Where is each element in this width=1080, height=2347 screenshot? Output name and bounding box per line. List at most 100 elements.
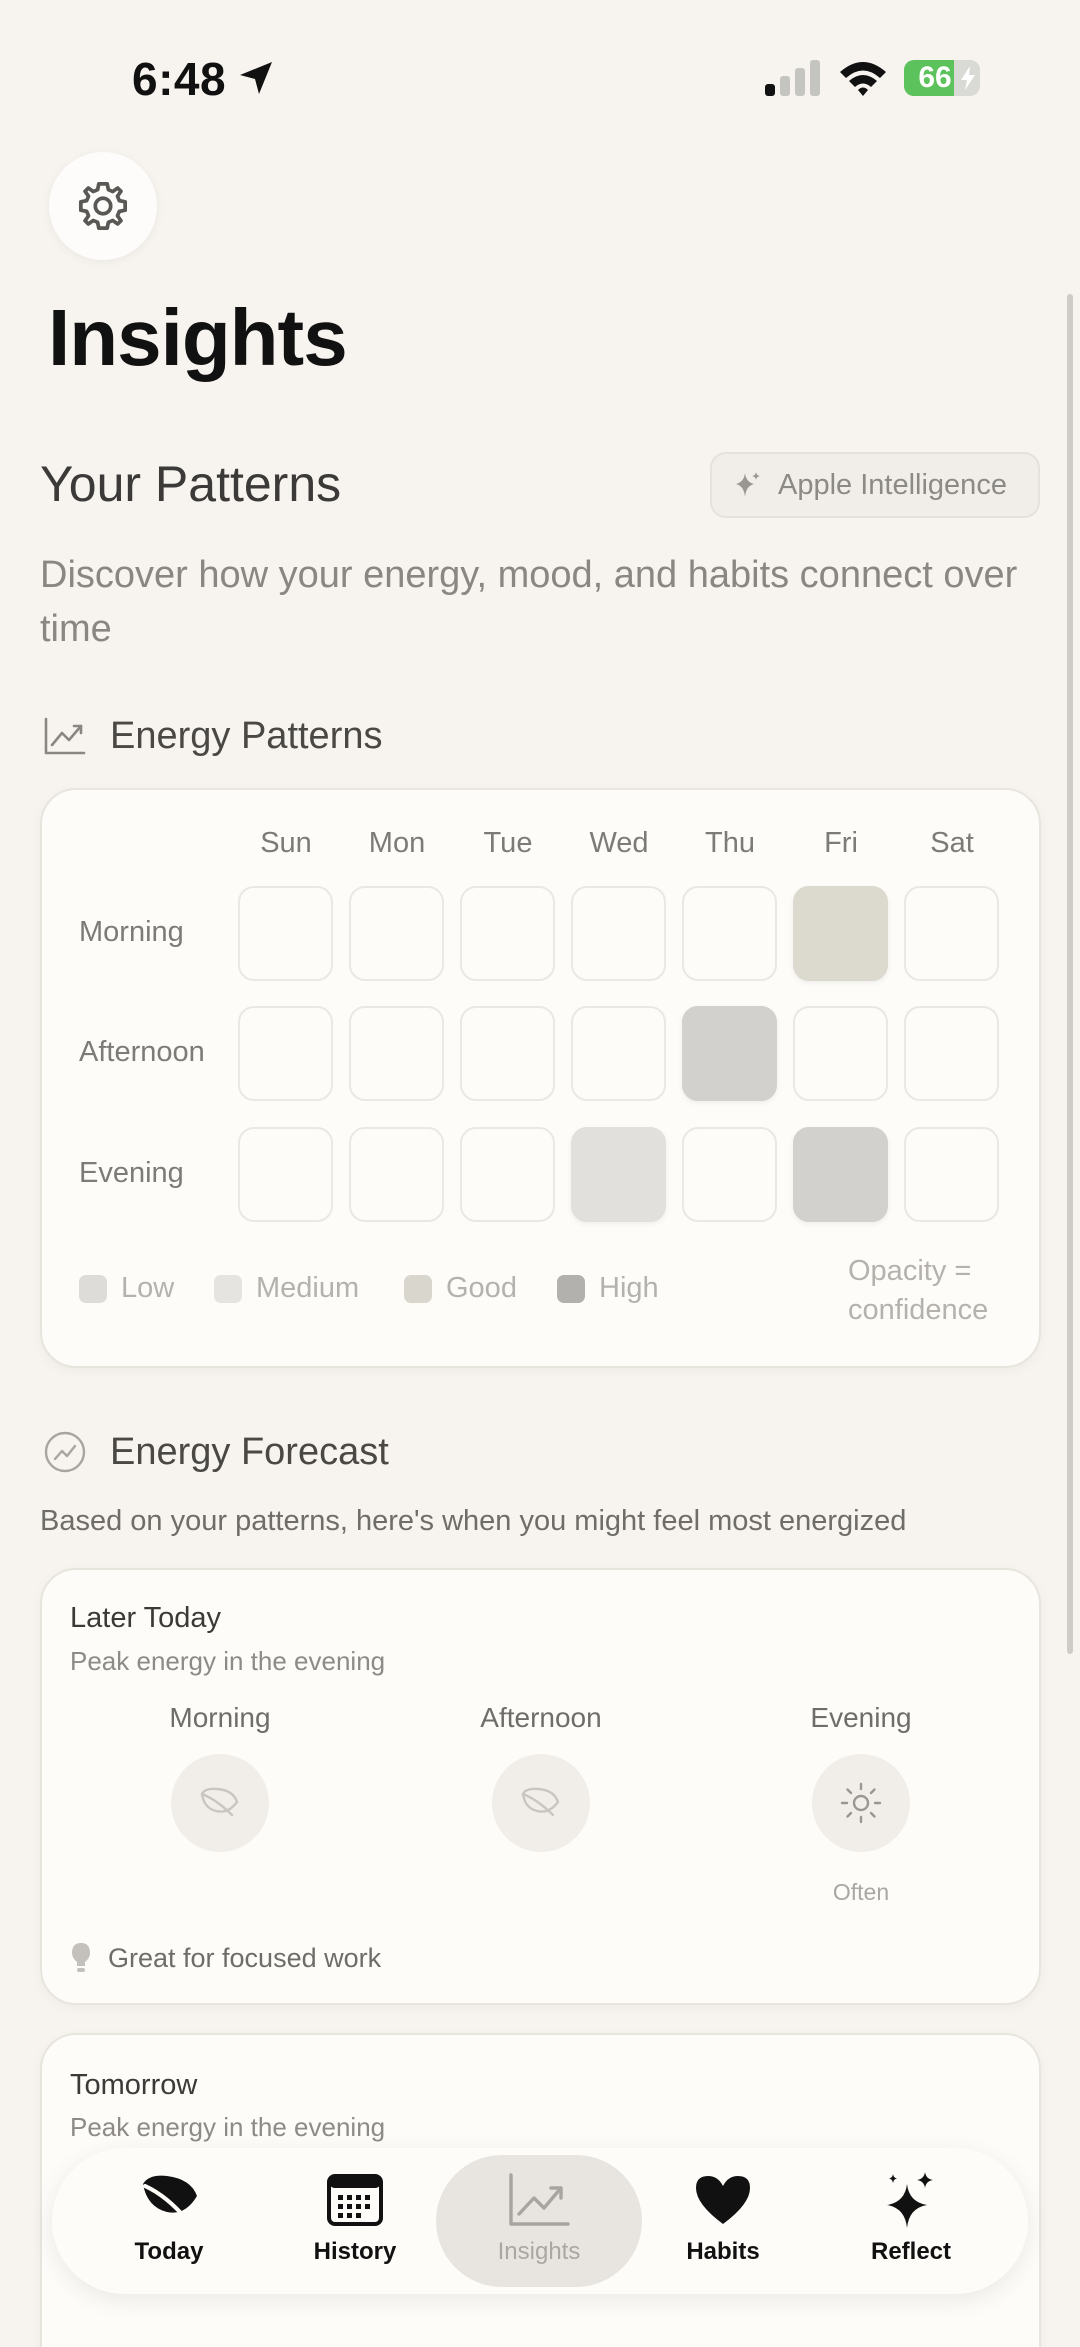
calendar-icon	[327, 2174, 383, 2226]
evening-energy-indicator	[812, 1754, 910, 1852]
legend-label: High	[599, 1272, 659, 1304]
leaf-icon	[200, 1787, 239, 1817]
page-title: Insights	[48, 293, 348, 382]
tab-today[interactable]: Today	[74, 2148, 264, 2294]
apple-intelligence-label: Apple Intelligence	[778, 468, 1007, 501]
day-header-sat: Sat	[930, 827, 974, 859]
heatmap-cell-evening-mon[interactable]	[349, 1127, 444, 1222]
day-header-sun: Sun	[260, 827, 312, 859]
heatmap-cell-evening-fri[interactable]	[793, 1127, 888, 1222]
forecast-card-subtitle: Peak energy in the evening	[70, 2112, 386, 2142]
heatmap-cell-morning-tue[interactable]	[460, 886, 555, 981]
legend-swatch	[214, 1274, 242, 1303]
forecast-card-title: Later Today	[70, 1602, 222, 1634]
chart-trend-icon	[44, 717, 86, 755]
tab-label: Habits	[686, 2238, 760, 2265]
forecast-period-afternoon: Afternoon	[480, 1702, 602, 1733]
legend-label: Low	[121, 1272, 175, 1304]
legend-good: Good	[404, 1272, 517, 1305]
heatmap-cell-afternoon-tue[interactable]	[460, 1006, 555, 1101]
heatmap-cell-evening-sun[interactable]	[238, 1127, 333, 1222]
legend-label: Medium	[256, 1272, 360, 1304]
day-header-fri: Fri	[824, 827, 858, 859]
legend-label: Good	[446, 1272, 517, 1304]
day-header-tue: Tue	[483, 827, 533, 859]
tab-label: Reflect	[870, 2238, 952, 2265]
heatmap-cell-afternoon-thu[interactable]	[682, 1006, 777, 1101]
heatmap-cell-evening-sat[interactable]	[904, 1127, 999, 1222]
status-bar: 6:48 66	[0, 0, 1080, 150]
scrollbar[interactable]	[1067, 294, 1073, 1654]
heatmap-cell-morning-mon[interactable]	[349, 886, 444, 981]
charging-bolt-icon	[961, 66, 975, 90]
period-label-morning: Morning	[79, 916, 184, 948]
apple-intelligence-badge[interactable]: Apple Intelligence	[710, 452, 1040, 518]
tab-history[interactable]: History	[260, 2148, 450, 2294]
sparkles-icon	[887, 2172, 933, 2228]
cellular-signal-icon	[765, 60, 820, 96]
battery-percent: 66	[918, 61, 952, 94]
forecast-card-title: Tomorrow	[70, 2069, 198, 2101]
energy-forecast-header: Energy Forecast	[42, 1429, 389, 1475]
tab-reflect[interactable]: Reflect	[816, 2148, 1006, 2294]
legend-medium: Medium	[214, 1272, 359, 1305]
heatmap-cell-evening-thu[interactable]	[682, 1127, 777, 1222]
legend-note-line: confidence	[848, 1294, 989, 1326]
tab-label: History	[313, 2238, 397, 2265]
afternoon-energy-indicator	[492, 1754, 590, 1852]
heatmap-cell-afternoon-wed[interactable]	[571, 1006, 666, 1101]
heatmap-cell-afternoon-sat[interactable]	[904, 1006, 999, 1101]
battery-indicator: 66	[904, 60, 980, 96]
legend-swatch	[557, 1274, 585, 1303]
tab-bar: Today History Insights Habits Reflect	[52, 2148, 1028, 2294]
heatmap-cell-morning-sun[interactable]	[238, 886, 333, 981]
heatmap-cell-morning-wed[interactable]	[571, 886, 666, 981]
heatmap-cell-evening-tue[interactable]	[460, 1127, 555, 1222]
sun-icon	[840, 1782, 882, 1824]
wifi-icon	[840, 62, 886, 96]
patterns-subtitle: Discover how your energy, mood, and habi…	[40, 554, 1018, 650]
legend-low: Low	[79, 1272, 174, 1305]
leaf-icon	[521, 1787, 560, 1817]
period-label-afternoon: Afternoon	[79, 1036, 205, 1068]
heatmap-cell-afternoon-mon[interactable]	[349, 1006, 444, 1101]
tab-label: Today	[134, 2238, 204, 2265]
morning-energy-indicator	[171, 1754, 269, 1852]
heatmap-cell-evening-wed[interactable]	[571, 1127, 666, 1222]
tab-label: Insights	[497, 2238, 581, 2265]
heatmap-cell-afternoon-fri[interactable]	[793, 1006, 888, 1101]
status-time: 6:48	[132, 53, 227, 105]
chart-icon	[509, 2173, 570, 2226]
patterns-title: Your Patterns	[40, 456, 342, 512]
energy-patterns-title: Energy Patterns	[110, 714, 383, 757]
day-header-wed: Wed	[589, 827, 649, 859]
forecast-tip: Great for focused work	[70, 1942, 381, 1974]
energy-patterns-header: Energy Patterns	[42, 713, 382, 759]
tab-habits[interactable]: Habits	[628, 2148, 818, 2294]
day-header-thu: Thu	[705, 827, 755, 859]
heatmap-cell-morning-sat[interactable]	[904, 886, 999, 981]
heatmap-cell-afternoon-sun[interactable]	[238, 1006, 333, 1101]
gear-icon	[78, 181, 128, 231]
forecast-card-subtitle: Peak energy in the evening	[70, 1646, 386, 1676]
heatmap-cell-morning-thu[interactable]	[682, 886, 777, 981]
leaf-icon	[143, 2175, 197, 2222]
sparkles-icon	[736, 472, 760, 497]
legend-swatch	[404, 1274, 432, 1303]
forecast-gauge-icon	[44, 1431, 86, 1473]
heatmap-cell-morning-fri[interactable]	[793, 886, 888, 981]
forecast-card-later-today[interactable]: Later Today Peak energy in the evening M…	[40, 1568, 1041, 2005]
energy-forecast-title: Energy Forecast	[110, 1430, 389, 1473]
forecast-tip-text: Great for focused work	[108, 1942, 382, 1973]
legend-swatch	[79, 1274, 107, 1303]
tab-insights[interactable]: Insights	[436, 2155, 642, 2287]
location-arrow-icon	[240, 62, 272, 94]
day-header-mon: Mon	[368, 827, 426, 859]
lightbulb-icon	[72, 1943, 90, 1972]
evening-frequency: Often	[832, 1879, 890, 1905]
settings-button[interactable]	[49, 152, 157, 260]
legend-note: Opacity = confidence	[848, 1252, 988, 1330]
legend-high: High	[557, 1272, 659, 1305]
legend-note-line: Opacity =	[848, 1255, 972, 1287]
forecast-period-morning: Morning	[169, 1702, 271, 1733]
